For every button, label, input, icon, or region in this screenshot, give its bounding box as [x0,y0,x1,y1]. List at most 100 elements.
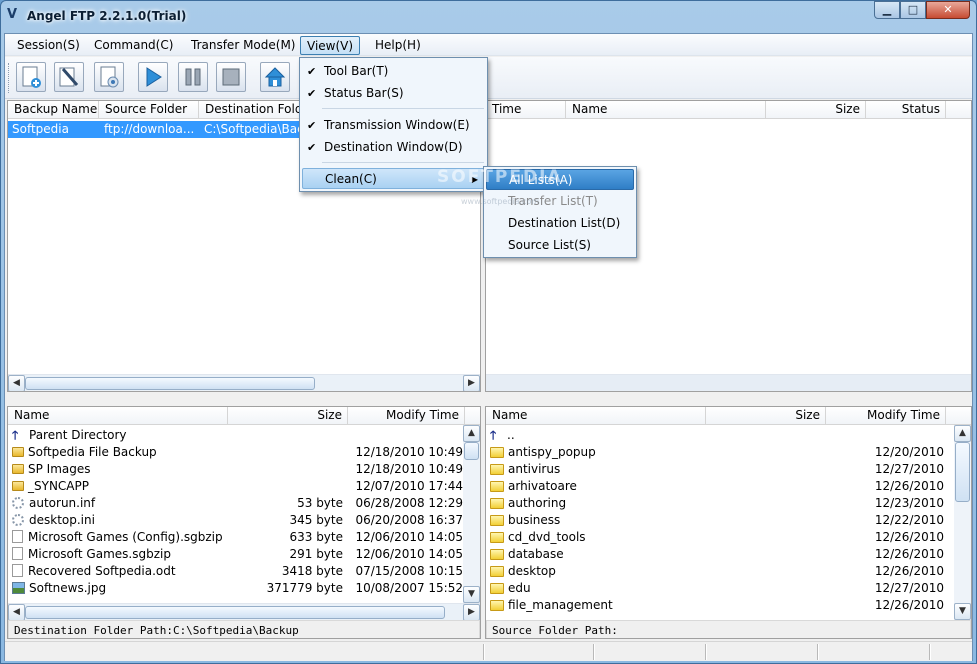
folder-icon [490,532,504,543]
column-local-size[interactable]: Size [228,407,348,425]
local-file-row[interactable]: autorun.inf 53 byte 06/28/2008 12:29 [8,495,463,512]
remote-file-row[interactable]: edu 12/27/2010 [486,580,952,597]
local-file-row[interactable]: Softpedia File Backup 12/18/2010 10:49 [8,444,463,461]
home-button[interactable] [260,62,290,92]
menu-session[interactable]: Session(S) [11,36,86,55]
column-local-name[interactable]: Name [8,407,228,425]
column-remote-name[interactable]: Name [486,407,706,425]
scroll-down-button[interactable]: ▼ [463,586,480,603]
file-name: arhivatoare [508,479,577,493]
remote-file-row[interactable]: database 12/26/2010 [486,546,952,563]
local-files-vscrollbar[interactable]: ▲ ▼ [463,425,480,603]
column-remote-size[interactable]: Size [706,407,826,425]
column-destination-folder[interactable]: Destination Folder [199,101,309,119]
menu-item-label: Tool Bar(T) [324,64,389,78]
file-modify-time-cell: 12/27/2010 [874,581,944,595]
scroll-left-button[interactable]: ◀ [8,375,25,391]
backup-list-hscrollbar[interactable]: ◀ ▶ [8,374,480,391]
local-files-hscrollbar[interactable]: ◀ ▶ [8,603,480,621]
remote-file-row[interactable]: business 12/22/2010 [486,512,952,529]
menu-separator [322,108,484,109]
remote-files-vscrollbar[interactable]: ▲ ▼ [954,425,971,620]
folder-icon [490,464,504,475]
stop-button[interactable] [216,62,246,92]
file-modify-time-cell: 12/06/2010 14:05 [355,530,463,544]
file-size-cell [238,478,343,495]
column-backup-name[interactable]: Backup Name [8,101,99,119]
toolbar-grip[interactable] [8,63,11,93]
file-name: desktop [508,564,556,578]
remote-file-row[interactable]: file_management 12/26/2010 [486,597,952,614]
file-name-cell: _SYNCAPP [12,478,242,495]
file-name: cd_dvd_tools [508,530,586,544]
local-file-row[interactable]: 🡑 Parent Directory [8,427,463,444]
maximize-button[interactable]: □ [900,1,926,19]
menu-toolbar-toggle[interactable]: ✔ Tool Bar(T) [302,61,485,82]
image-file-icon [12,582,25,594]
local-file-row[interactable]: _SYNCAPP 12/07/2010 17:44 [8,478,463,495]
play-icon [146,67,162,87]
remote-file-row[interactable]: cd_dvd_tools 12/26/2010 [486,529,952,546]
column-source-folder[interactable]: Source Folder [99,101,199,119]
file-modify-time-cell: 12/26/2010 [874,564,944,578]
pause-icon [185,68,201,86]
column-remote-modify-time[interactable]: Modify Time [826,407,946,425]
scroll-thumb[interactable] [955,442,970,502]
menu-item-label: Transmission Window(E) [324,118,470,132]
local-file-row[interactable]: SP Images 12/18/2010 10:49 [8,461,463,478]
column-size[interactable]: Size [766,101,866,119]
pause-button[interactable] [178,62,208,92]
minimize-button[interactable]: ▁ [874,1,900,19]
scroll-up-button[interactable]: ▲ [954,425,971,442]
scroll-right-button[interactable]: ▶ [463,375,480,391]
new-backup-button[interactable] [16,62,46,92]
menu-item-label: Status Bar(S) [324,86,404,100]
scroll-right-button[interactable]: ▶ [463,604,480,621]
local-file-row[interactable]: Microsoft Games (Config).sgbzip 633 byte 1… [8,529,463,546]
menu-clean-destination-list[interactable]: Destination List(D) [486,213,634,234]
remote-file-row[interactable]: arhivatoare 12/26/2010 [486,478,952,495]
remote-file-row[interactable]: antispy_popup 12/20/2010 [486,444,952,461]
menu-destination-window-toggle[interactable]: ✔ Destination Window(D) [302,137,485,158]
remote-file-row[interactable]: antivirus 12/27/2010 [486,461,952,478]
menu-view[interactable]: View(V) [300,36,361,55]
scroll-thumb[interactable] [25,606,445,619]
menu-transmission-window-toggle[interactable]: ✔ Transmission Window(E) [302,115,485,136]
column-name[interactable]: Name [566,101,766,119]
edit-button[interactable] [54,62,84,92]
folder-icon [490,583,504,594]
file-name-cell: autorun.inf [12,495,242,512]
local-file-row[interactable]: Softnews.jpg 371779 byte 10/08/2007 15:52 [8,580,463,597]
start-button[interactable] [138,62,168,92]
check-icon: ✔ [307,87,317,100]
backup-row[interactable]: Softpedia ftp://downloa... C:\Softpedia\… [8,121,308,138]
file-name-cell: Softpedia File Backup [12,444,242,461]
menu-transfer-mode[interactable]: Transfer Mode(M) [185,36,301,55]
menu-statusbar-toggle[interactable]: ✔ Status Bar(S) [302,83,485,104]
app-window: V Angel FTP 2.2.1.0(Trial) ▁ □ ✕ Session… [0,0,977,664]
remote-file-row[interactable]: authoring 12/23/2010 [486,495,952,512]
menu-clean-source-list[interactable]: Source List(S) [486,235,634,256]
local-file-row[interactable]: desktop.ini 345 byte 06/20/2008 16:37 [8,512,463,529]
scroll-left-button[interactable]: ◀ [8,604,25,621]
properties-button[interactable] [94,62,124,92]
menu-command[interactable]: Command(C) [88,36,179,55]
menu-help[interactable]: Help(H) [369,36,427,55]
remote-file-row[interactable]: desktop 12/26/2010 [486,563,952,580]
column-local-modify-time[interactable]: Modify Time [348,407,465,425]
file-icon [12,564,23,577]
folder-icon [490,498,504,509]
close-button[interactable]: ✕ [926,1,970,19]
scroll-up-button[interactable]: ▲ [463,425,480,442]
local-file-row[interactable]: Microsoft Games.sgbzip 291 byte 12/06/2010… [8,546,463,563]
status-separator [705,644,707,660]
scroll-thumb[interactable] [25,377,315,390]
file-modify-time-cell: 06/20/2008 16:37 [355,513,463,527]
column-status[interactable]: Status [866,101,946,119]
remote-file-row[interactable]: 🡑.. [486,427,952,444]
local-file-row[interactable]: Recovered Softpedia.odt 3418 byte 07/15/20… [8,563,463,580]
scroll-down-button[interactable]: ▼ [954,603,971,620]
scroll-thumb[interactable] [464,442,479,460]
column-time[interactable]: Time [486,101,566,119]
menu-item-label: Destination Window(D) [324,140,463,154]
